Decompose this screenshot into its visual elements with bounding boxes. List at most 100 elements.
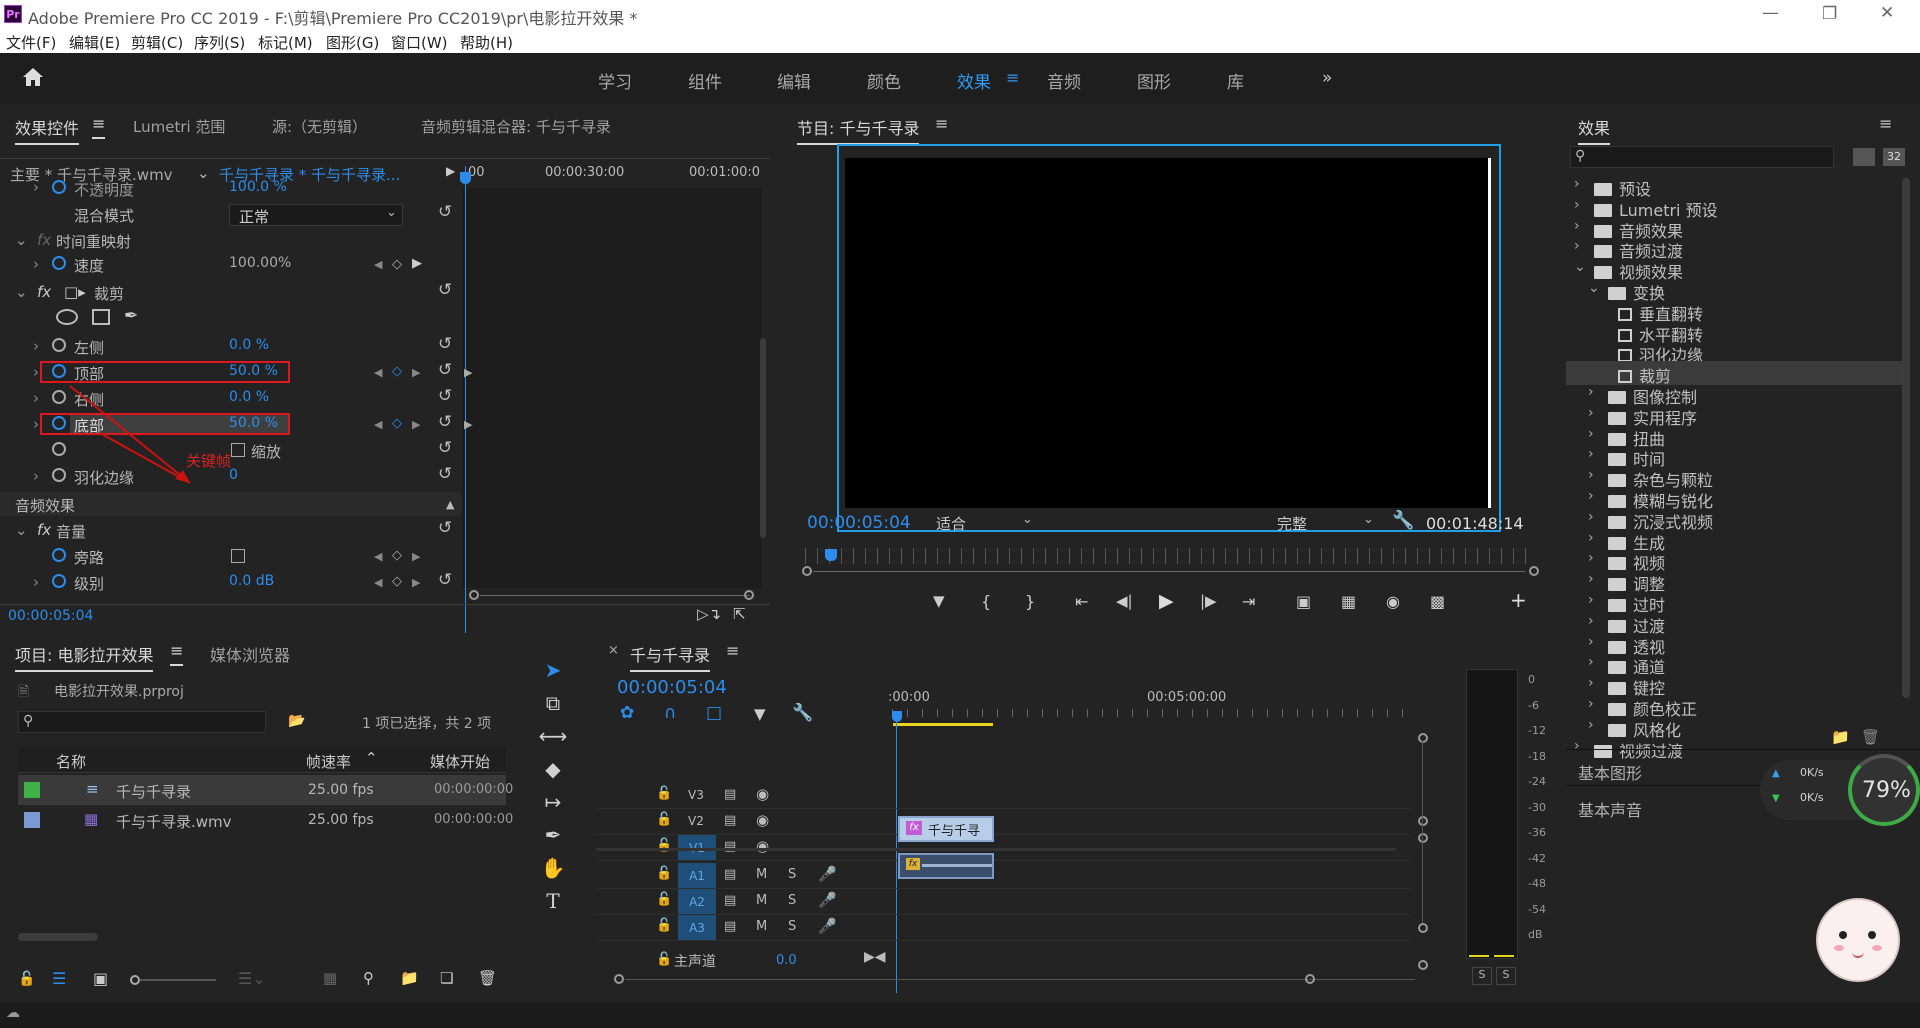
step-forward-icon[interactable]: |▶	[1200, 592, 1217, 610]
eye-icon[interactable]: ◉	[756, 837, 769, 855]
home-icon[interactable]	[22, 67, 44, 87]
stopwatch-icon[interactable]	[52, 574, 66, 588]
timeline-settings-icon[interactable]: 🔧	[792, 703, 813, 723]
program-zoom-start[interactable]	[802, 566, 812, 576]
track-target-button[interactable]: A1	[678, 863, 716, 889]
timeline-title[interactable]: 千与千寻录	[630, 642, 711, 672]
track-label[interactable]: V3	[688, 788, 704, 802]
chevron-right-icon[interactable]: ›	[1574, 197, 1580, 213]
chevron-right-icon[interactable]: ›	[1588, 592, 1594, 608]
linked-selection-icon[interactable]: □	[706, 703, 722, 723]
ec-caret-icon[interactable]: ⌄	[15, 283, 28, 301]
chevron-right-icon[interactable]: ›	[1588, 717, 1594, 733]
reset-icon[interactable]: ↺	[438, 570, 452, 590]
ec-caret-icon[interactable]: ›	[33, 363, 39, 381]
ec-caret-icon[interactable]: ›	[33, 178, 39, 196]
chevron-right-icon[interactable]: ›	[1574, 238, 1580, 254]
opacity-value[interactable]: 100.0 %	[229, 179, 287, 195]
menu-clip[interactable]: 剪辑(C)	[131, 32, 183, 53]
label-color-swatch[interactable]	[24, 812, 40, 828]
column-media-start[interactable]: 媒体开始	[430, 751, 490, 772]
find-icon[interactable]: ⚲	[363, 969, 374, 987]
workspace-color[interactable]: 颜色	[867, 68, 901, 93]
project-scrollbar[interactable]	[18, 933, 98, 941]
quality-select[interactable]: 完整 ⌄	[1277, 512, 1377, 535]
ec-caret-icon[interactable]: ›	[33, 415, 39, 433]
chevron-right-icon[interactable]: ›	[1588, 571, 1594, 587]
reset-icon[interactable]: ↺	[438, 464, 452, 484]
program-video-viewer[interactable]	[845, 158, 1491, 508]
reset-icon[interactable]: ↺	[438, 518, 452, 538]
sync-icon[interactable]: ☁	[6, 1005, 20, 1021]
track-target-button[interactable]: A3	[678, 915, 716, 941]
filter-clip-icon[interactable]: ▷↴	[697, 605, 721, 623]
ec-caret-icon[interactable]: ›	[33, 337, 39, 355]
add-keyframe-icon[interactable]: ◇	[392, 257, 402, 272]
menu-edit[interactable]: 编辑(E)	[69, 32, 120, 53]
menu-window[interactable]: 窗口(W)	[391, 32, 448, 53]
lock-icon[interactable]: 🔓	[656, 918, 672, 933]
effect-folder[interactable]: › 视频过渡	[1566, 736, 1902, 761]
prev-keyframe-icon[interactable]: ◀	[374, 418, 382, 431]
type-tool-icon[interactable]: T	[535, 889, 571, 913]
zoom-slider-handle[interactable]	[130, 975, 140, 985]
crop-transform-icon[interactable]: □▸	[64, 283, 86, 301]
sync-lock-icon[interactable]: ▤	[724, 787, 736, 802]
export-frame-icon[interactable]: ◉	[1386, 592, 1400, 611]
label-color-swatch[interactable]	[24, 782, 40, 798]
list-view-icon[interactable]: ☰	[52, 969, 66, 988]
microphone-icon[interactable]: 🎤	[818, 917, 837, 935]
bypass-checkbox[interactable]	[231, 549, 245, 563]
hand-tool-icon[interactable]: ✋	[535, 856, 571, 880]
project-item-row[interactable]: ▦ 千与千寻录.wmv 25.00 fps 00:00:00:00	[18, 805, 513, 835]
fit-select[interactable]: 适合 ⌄	[936, 512, 1036, 535]
ec-caret-icon[interactable]: ⌄	[15, 231, 28, 249]
new-bin-icon[interactable]: 📁	[1831, 728, 1850, 746]
panel-menu-icon[interactable]: ≡	[92, 114, 106, 139]
workspace-learn[interactable]: 学习	[598, 68, 632, 93]
keyframe-marker[interactable]: ▶	[464, 418, 472, 431]
more-workspaces-icon[interactable]: »	[1322, 68, 1332, 88]
next-keyframe-icon[interactable]: ▶	[412, 576, 420, 589]
lock-icon[interactable]: 🔓	[656, 892, 672, 907]
tab-lumetri-scopes[interactable]: Lumetri 范围	[133, 116, 225, 137]
next-keyframe-icon[interactable]: ▶	[412, 256, 422, 271]
ec-caret-icon[interactable]: ⌄	[15, 521, 28, 539]
extract-icon[interactable]: ▦	[1341, 592, 1356, 611]
reset-icon[interactable]: ↺	[438, 360, 452, 380]
solo-right-button[interactable]: S	[1496, 967, 1516, 985]
ec-caret-icon[interactable]: ›	[33, 389, 39, 407]
32bit-effects-icon[interactable]: 32	[1883, 148, 1905, 166]
go-to-out-icon[interactable]: ⇥	[1242, 592, 1255, 611]
chevron-right-icon[interactable]: ›	[1588, 550, 1594, 566]
zoom-slider[interactable]	[140, 979, 216, 981]
ec-zoom-start-handle[interactable]	[469, 590, 479, 600]
restore-icon[interactable]: ❐	[1822, 4, 1837, 24]
nest-sequence-icon[interactable]: ✿	[620, 703, 634, 723]
prev-keyframe-icon[interactable]: ◀	[374, 258, 382, 271]
project-item-row[interactable]: ≡ 千与千寻录 25.00 fps 00:00:00:00	[18, 775, 513, 805]
audio-clip[interactable]: fx	[898, 853, 994, 879]
new-bin-icon[interactable]: 📁	[400, 969, 419, 987]
button-editor-icon[interactable]: +	[1510, 588, 1527, 612]
chevron-right-icon[interactable]: ›	[1588, 613, 1594, 629]
add-marker-icon[interactable]: ▼	[933, 592, 945, 610]
menu-marker[interactable]: 标记(M)	[258, 32, 313, 53]
track-select-tool-icon[interactable]: ⧉	[535, 691, 571, 715]
panel-menu-icon[interactable]: ≡	[1879, 114, 1892, 133]
pen-tool-icon[interactable]: ✒	[535, 823, 571, 847]
master-track-value[interactable]: 0.0	[776, 953, 797, 968]
chevron-right-icon[interactable]: ›	[1588, 467, 1594, 483]
timeline-timecode[interactable]: 00:00:05:04	[617, 677, 727, 698]
chevron-right-icon[interactable]: ›	[1588, 384, 1594, 400]
close-icon[interactable]: ✕	[1880, 3, 1894, 23]
pen-mask-icon[interactable]: ✒	[124, 306, 138, 326]
tab-media-browser[interactable]: 媒体浏览器	[210, 642, 290, 666]
chevron-right-icon[interactable]: ›	[1574, 176, 1580, 192]
workspace-menu-icon[interactable]: ≡	[1006, 68, 1019, 87]
wrench-icon[interactable]: 🔧	[1392, 510, 1414, 531]
clear-icon[interactable]: 🗑	[478, 969, 497, 987]
sync-lock-icon[interactable]: ▤	[724, 919, 736, 934]
program-timecode[interactable]: 00:00:05:04	[807, 513, 911, 533]
level-value[interactable]: 0.0 dB	[229, 573, 274, 589]
